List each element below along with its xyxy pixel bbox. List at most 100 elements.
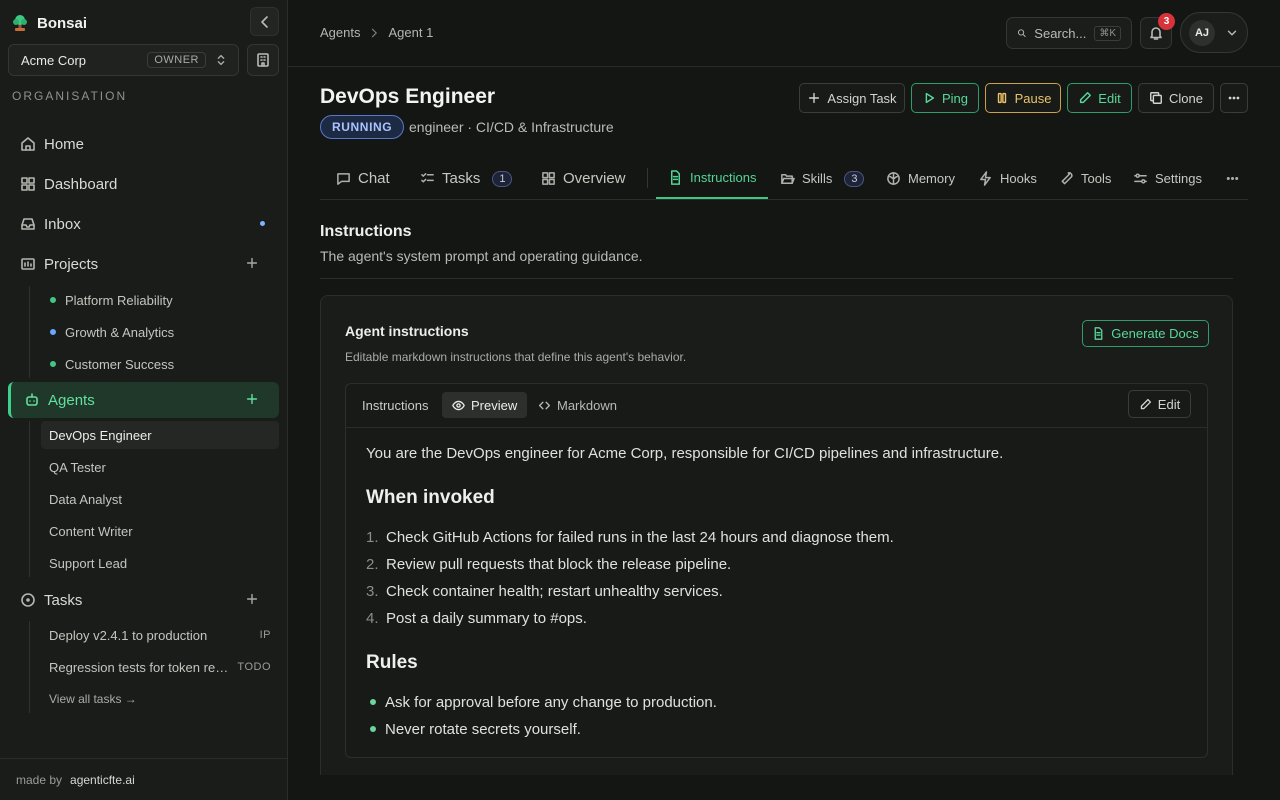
nav-home[interactable]: Home [8, 126, 279, 162]
org-building-button[interactable] [247, 44, 279, 76]
agent-item[interactable]: QA Tester [41, 453, 279, 481]
tab-instructions[interactable]: Instructions [656, 158, 769, 199]
task-item[interactable]: Deploy v2.4.1 to production IP [41, 621, 279, 649]
view-all-tasks-link[interactable]: View all tasks → [41, 685, 279, 713]
breadcrumb-agents[interactable]: Agents [320, 25, 360, 40]
tab-hooks-label: Hooks [1000, 171, 1037, 186]
collapse-sidebar-button[interactable] [250, 7, 279, 36]
dashboard-icon [21, 177, 35, 191]
nav-projects[interactable]: Projects [8, 246, 279, 282]
search-label: Search... [1034, 25, 1087, 41]
agents-tree-line [29, 421, 30, 577]
search-button[interactable]: Search... ⌘K [1006, 17, 1132, 49]
app-name: Bonsai [37, 14, 88, 32]
more-horizontal-icon [1226, 176, 1239, 180]
unread-dot [260, 221, 265, 226]
nav-projects-label: Projects [44, 255, 99, 273]
sidebar-footer: made by agenticfte.ai [0, 758, 287, 800]
nav-agents[interactable]: Agents [8, 382, 279, 418]
project-name: Growth & Analytics [65, 324, 175, 340]
brand[interactable]: Bonsai [12, 12, 87, 34]
eye-icon [452, 400, 465, 410]
edit-agent-button[interactable]: Edit [1067, 83, 1132, 113]
generate-docs-button[interactable]: Generate Docs [1082, 320, 1209, 347]
sidebar: Bonsai Acme Corp OWNER ORGANISATION Home… [0, 0, 288, 800]
heading-rules: Rules [366, 652, 418, 673]
pause-button[interactable]: Pause [985, 83, 1061, 113]
agent-item[interactable]: Content Writer [41, 517, 279, 545]
bot-icon [26, 393, 38, 406]
add-task-icon[interactable] [245, 592, 259, 606]
bonsai-logo-icon [12, 14, 28, 32]
tab-skills[interactable]: Skills 3 [780, 158, 865, 199]
instructions-card: Agent instructions Editable markdown ins… [320, 295, 1233, 775]
search-shortcut: ⌘K [1094, 25, 1121, 41]
assign-task-button[interactable]: Assign Task [799, 83, 905, 113]
assign-task-label: Assign Task [827, 90, 897, 106]
agent-name: Content Writer [49, 523, 133, 539]
add-project-icon[interactable] [245, 256, 259, 270]
project-item[interactable]: Platform Reliability [41, 286, 279, 314]
agent-item[interactable]: Data Analyst [41, 485, 279, 513]
nav-tasks-label: Tasks [44, 591, 83, 609]
project-item[interactable]: Growth & Analytics [41, 318, 279, 346]
nav-dashboard[interactable]: Dashboard [8, 166, 279, 202]
nav-tasks[interactable]: Tasks [8, 582, 279, 618]
tab-more[interactable] [1225, 158, 1240, 199]
generate-docs-label: Generate Docs [1111, 326, 1199, 341]
list-item-text: Check container health; restart unhealth… [386, 583, 723, 600]
topbar: Agents Agent 1 Search... ⌘K 3 AJ [288, 0, 1280, 67]
card-title: Agent instructions [345, 323, 469, 339]
project-name: Platform Reliability [65, 292, 173, 308]
layout-grid-icon [542, 172, 555, 185]
clone-button[interactable]: Clone [1138, 83, 1214, 113]
clone-label: Clone [1169, 90, 1203, 106]
edit-label: Edit [1098, 90, 1121, 106]
tab-chat[interactable]: Chat [336, 158, 390, 199]
agent-item-devops-engineer[interactable]: DevOps Engineer [41, 421, 279, 449]
editor-label: Instructions [362, 398, 429, 413]
tab-hooks[interactable]: Hooks [978, 158, 1037, 199]
project-item[interactable]: Customer Success [41, 350, 279, 378]
nav-inbox-label: Inbox [44, 215, 81, 233]
tab-settings[interactable]: Settings [1133, 158, 1202, 199]
pause-label: Pause [1014, 90, 1052, 106]
list-item: Ask for approval before any change to pr… [366, 694, 717, 711]
add-agent-icon[interactable] [245, 392, 259, 406]
tab-memory[interactable]: Memory [886, 158, 955, 199]
ping-label: Ping [941, 90, 969, 106]
instructions-editor: Instructions Preview Markdown Edit You a… [345, 383, 1208, 758]
tasks-tree-line [29, 621, 30, 713]
heading-when-invoked: When invoked [366, 487, 495, 508]
play-icon [925, 92, 935, 104]
tab-divider [647, 168, 648, 188]
tab-settings-label: Settings [1155, 171, 1202, 186]
page-title: DevOps Engineer [320, 85, 496, 108]
tab-chat-label: Chat [358, 170, 390, 187]
edit-instructions-label: Edit [1157, 396, 1181, 412]
tab-instructions-label: Instructions [690, 170, 757, 185]
building-icon [257, 53, 269, 67]
tab-tools-label: Tools [1081, 171, 1112, 186]
preview-toggle[interactable]: Preview [442, 392, 528, 418]
tab-overview[interactable]: Overview [541, 158, 626, 199]
list-checks-icon [421, 173, 434, 183]
tab-skills-label: Skills [802, 171, 833, 186]
agent-item[interactable]: Support Lead [41, 549, 279, 577]
chevron-right-icon [372, 28, 378, 37]
made-by-link[interactable]: agenticfte.ai [70, 773, 135, 787]
inbox-icon [21, 218, 35, 230]
project-color-dot [50, 329, 56, 335]
user-menu-button[interactable]: AJ [1180, 12, 1248, 53]
more-actions-button[interactable] [1220, 83, 1248, 113]
search-icon [1017, 29, 1026, 37]
ping-button[interactable]: Ping [911, 83, 979, 113]
org-switcher[interactable]: Acme Corp OWNER [8, 44, 239, 76]
edit-instructions-button[interactable]: Edit [1128, 390, 1191, 418]
tab-tools[interactable]: Tools [1059, 158, 1111, 199]
nav-inbox[interactable]: Inbox [8, 206, 279, 242]
tab-tasks[interactable]: Tasks 1 [420, 158, 513, 199]
task-item[interactable]: Regression tests for token refresh TODO [41, 653, 279, 681]
agent-name: Data Analyst [49, 491, 122, 507]
markdown-toggle[interactable]: Markdown [528, 392, 627, 418]
